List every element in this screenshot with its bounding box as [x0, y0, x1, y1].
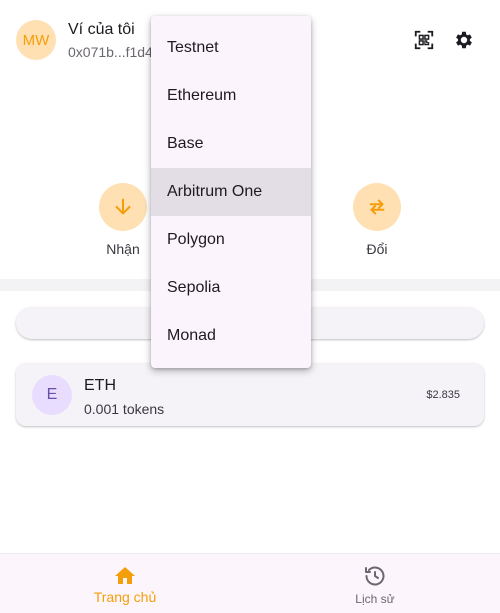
- wallet-name[interactable]: Ví của tôi: [68, 21, 135, 39]
- network-option-base[interactable]: Base: [151, 120, 311, 168]
- qr-scan-button[interactable]: [412, 28, 436, 52]
- nav-item-history[interactable]: Lịch sử: [250, 554, 500, 613]
- network-option-monad[interactable]: Monad: [151, 312, 311, 360]
- history-icon: [365, 566, 385, 586]
- bottom-nav: Trang chủ Lịch sử: [0, 553, 500, 613]
- token-symbol: ETH: [84, 377, 116, 394]
- receive-button[interactable]: [99, 183, 147, 231]
- network-dropdown-menu: Testnet Ethereum Base Arbitrum One Polyg…: [151, 16, 311, 368]
- avatar[interactable]: MW: [16, 20, 56, 60]
- network-option-sepolia[interactable]: Sepolia: [151, 264, 311, 312]
- token-value: $2.835: [426, 389, 460, 401]
- nav-label-history: Lịch sử: [355, 592, 395, 606]
- swap-icon: [369, 199, 385, 215]
- gear-icon: [456, 31, 472, 49]
- token-amount: 0.001 tokens: [84, 401, 165, 417]
- qr-scan-icon: [414, 30, 434, 50]
- settings-button[interactable]: [452, 28, 476, 52]
- swap-button[interactable]: [353, 183, 401, 231]
- wallet-address[interactable]: 0x071b...f1d4: [68, 44, 153, 60]
- network-option-ethereum[interactable]: Ethereum: [151, 72, 311, 120]
- network-option-testnet[interactable]: Testnet: [151, 24, 311, 72]
- nav-item-home[interactable]: Trang chủ: [0, 554, 250, 613]
- network-option-polygon[interactable]: Polygon: [151, 216, 311, 264]
- network-option-arbitrum-one[interactable]: Arbitrum One: [151, 168, 311, 216]
- token-avatar: E: [32, 375, 72, 415]
- arrow-down-icon: [115, 198, 131, 215]
- nav-label-home: Trang chủ: [93, 589, 157, 605]
- swap-label: Đổi: [366, 241, 388, 257]
- token-card[interactable]: E ETH 0.001 tokens $2.835: [16, 363, 484, 426]
- home-icon: [115, 567, 135, 584]
